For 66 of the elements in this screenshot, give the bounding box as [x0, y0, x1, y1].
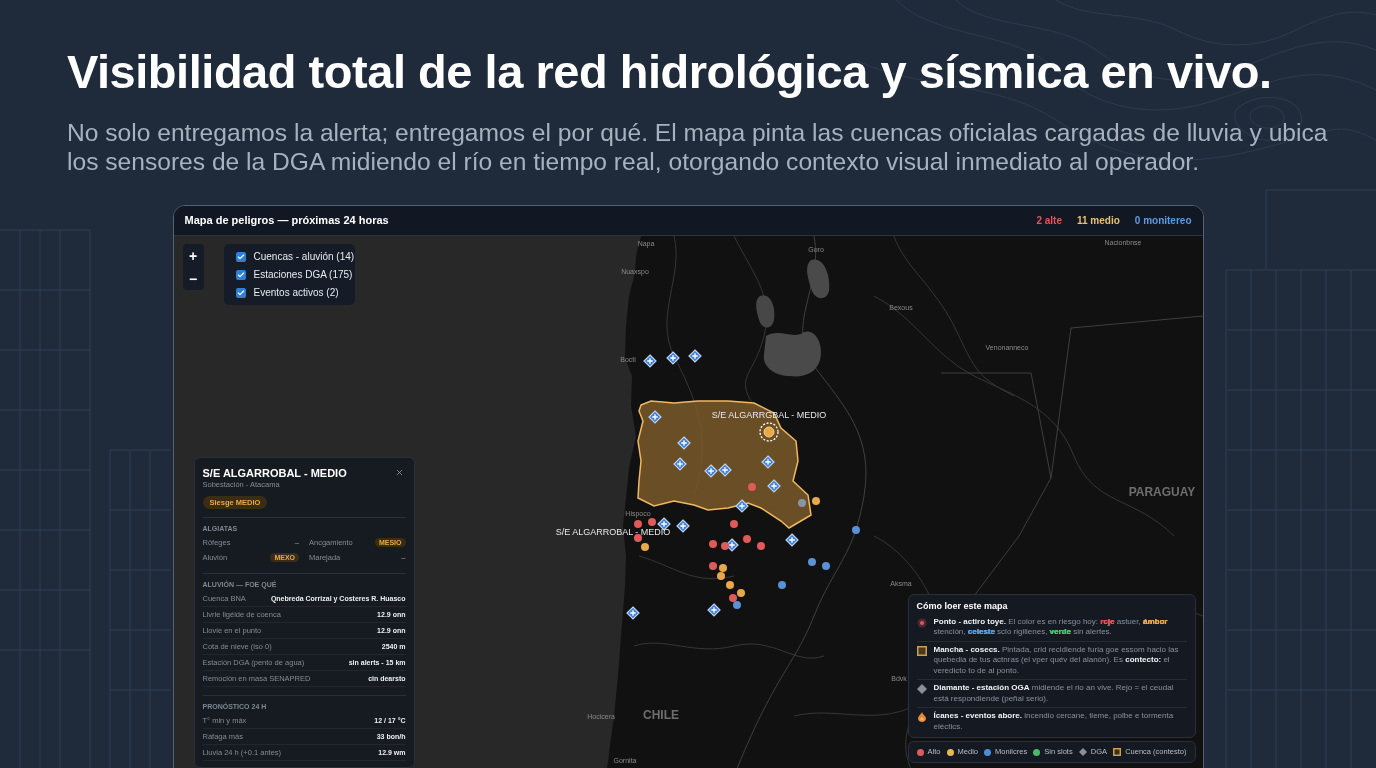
country-label: PARAGUAY [1128, 485, 1195, 499]
lake-shape [755, 295, 774, 328]
risk-dot-icon[interactable] [807, 558, 816, 566]
risk-dot-icon[interactable] [633, 534, 642, 542]
marker-label: S/E ALGARROBAL - MEDIO [555, 527, 670, 537]
station-icon[interactable] [642, 354, 657, 368]
layer-label: Estaciones DGA (175) [253, 268, 353, 281]
legend-title: Cómo loer este mapa [916, 599, 1009, 612]
selection-ring-icon [758, 422, 779, 442]
risk-dot-icon[interactable] [742, 535, 751, 543]
checkbox[interactable] [235, 287, 246, 298]
risk-dot-icon[interactable] [633, 520, 642, 528]
risk-dot-icon[interactable] [725, 581, 734, 589]
risk-dot-icon[interactable] [736, 589, 745, 597]
legend-text: Ícanes - eventos abore. incendio cercane, tieme, polbe e tormenta eléctics. [933, 711, 1175, 732]
risk-dot-icon[interactable] [728, 594, 737, 602]
square-icon [916, 645, 927, 656]
station-icon[interactable] [656, 517, 671, 531]
dot-icon [916, 617, 927, 628]
risk-dot-icon[interactable] [718, 564, 727, 572]
risk-dot-icon[interactable] [821, 562, 830, 570]
station-icon[interactable] [625, 606, 640, 620]
risk-dot-icon[interactable] [763, 426, 774, 438]
lake-shape [806, 259, 829, 299]
legend-text: Ponto - actiro toye. El color es en riesgo hoy: rcje astuer, ámbor stención, celeste sclo rigilienes, verde sin alertes. [933, 616, 1169, 638]
risk-dot-icon[interactable] [647, 518, 656, 526]
marker-label: S/E ALGARRGBAL - MEDIO [711, 410, 826, 420]
risk-dot-icon[interactable] [640, 543, 649, 551]
risk-dot-icon[interactable] [747, 483, 756, 491]
checkbox[interactable] [235, 269, 246, 280]
layer-label: Cuencas - aluvión (14) [253, 250, 355, 263]
risk-dot-icon[interactable] [851, 526, 860, 534]
risk-dot-icon[interactable] [756, 542, 765, 550]
risk-dot-icon[interactable] [729, 520, 738, 528]
station-icon[interactable] [687, 349, 702, 363]
salt-flat-shape [763, 331, 821, 377]
risk-dot-icon[interactable] [777, 581, 786, 589]
flame-icon [917, 712, 926, 722]
risk-dot-icon[interactable] [708, 540, 717, 548]
risk-count: 11 medio [1077, 214, 1120, 228]
risk-dot-icon[interactable] [716, 572, 725, 580]
risk-count: 0 monitereo [1134, 214, 1192, 228]
country-label: CHILE [642, 708, 679, 722]
station-icon[interactable] [706, 603, 721, 617]
legend-text: Mancha - cosecs. Pintada, crid recidiende furia goe essom hacio las quebedia de tus actnras (el vper quév del alanón). Es contecto: el veredicto to de al ponto. [933, 644, 1180, 676]
risk-dot-icon[interactable] [732, 601, 741, 609]
risk-dot-icon[interactable] [708, 562, 717, 570]
risk-count: 2 alte [1036, 214, 1062, 228]
legend-text: Diamante - estación OGA midiende el rio an vive. Rejo = el ceudal está respondiende (peñal serio). [933, 683, 1175, 704]
risk-dot-icon[interactable] [720, 542, 729, 550]
station-icon[interactable] [784, 533, 799, 547]
close-icon [395, 467, 404, 477]
map-title: Mapa de peligros — próximas 24 horas [184, 213, 389, 229]
zoom-in-button[interactable]: + [182, 244, 204, 267]
diamond-icon [916, 684, 927, 694]
station-icon[interactable] [734, 499, 749, 513]
headline: Visibilidad total de la red hidrológica y sísmica en vivo. [67, 44, 1273, 100]
layer-label: Eventos activos (2) [253, 286, 339, 299]
intro-text: No solo entregamos la alerta; entregamos el por qué. El mapa pinta las cuencas oficialas cargadas de lluvia y ubica los sensores de la DGA midiendo el río en tiempo real, otorgando contexto visual inmediato al operador. [67, 118, 1329, 176]
checkbox[interactable] [235, 251, 246, 262]
risk-dot-icon[interactable] [797, 499, 806, 507]
zoom-out-button[interactable]: − [182, 267, 204, 290]
station-icon[interactable] [665, 351, 680, 365]
risk-dot-icon[interactable] [811, 497, 820, 505]
station-icon[interactable] [675, 519, 690, 533]
popup-title: S/E ALGARROBAL - MEDIO [202, 466, 347, 480]
